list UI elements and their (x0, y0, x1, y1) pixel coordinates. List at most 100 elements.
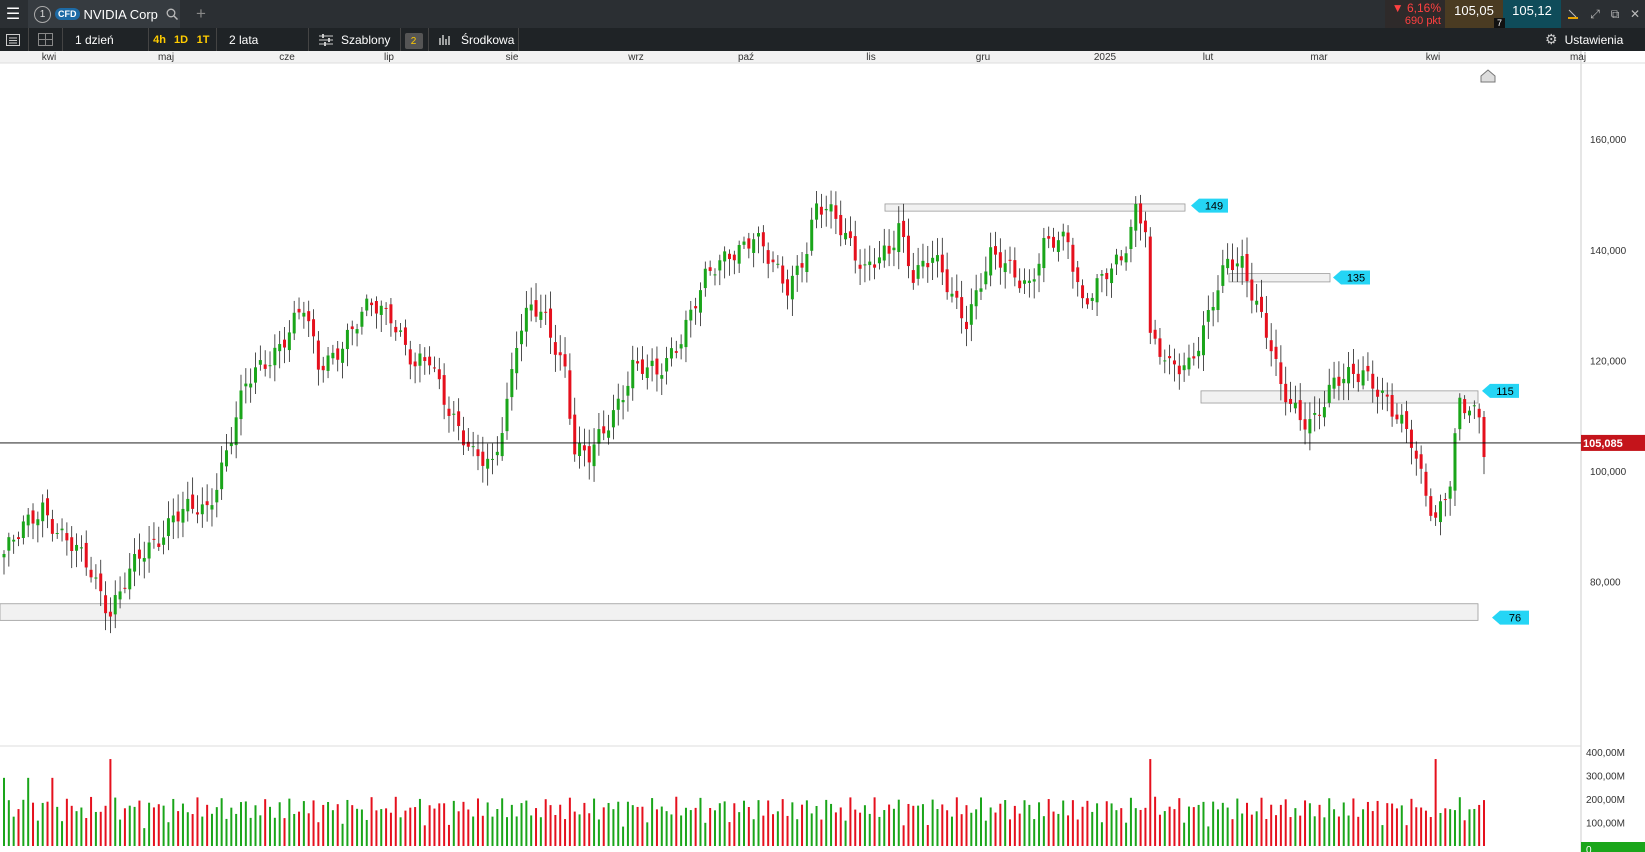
detach-icon[interactable]: ⧉ (1605, 0, 1625, 28)
volume-bar (1289, 817, 1292, 846)
volume-bar (651, 798, 654, 846)
volume-bar (588, 813, 591, 846)
interval-1t[interactable]: 1T (192, 28, 214, 51)
candle-body (1056, 240, 1060, 252)
volume-bar (844, 820, 847, 846)
interval-4h[interactable]: 4h (148, 28, 170, 51)
candle-body (413, 361, 417, 367)
volume-bar (515, 816, 518, 846)
close-icon[interactable]: ✕ (1625, 0, 1645, 28)
buy-price-button[interactable]: 105,12 (1503, 0, 1561, 28)
candle-body (873, 264, 877, 268)
add-tab-icon[interactable]: + (190, 0, 212, 28)
volume-bar (641, 806, 644, 846)
volume-bar (114, 797, 117, 846)
candle-body (558, 352, 562, 356)
chart-toolbar: 1 dzień 4h 1D 1T 2 lata Szablony 2 Środk… (0, 28, 1645, 51)
candle-body (500, 433, 504, 457)
candle-body (839, 214, 843, 236)
candle-body (1139, 203, 1143, 224)
candle-body (989, 247, 993, 276)
volume-bar (1115, 810, 1118, 846)
candle-body (1211, 306, 1215, 311)
candle-body (278, 344, 282, 352)
volume-bar (1168, 806, 1171, 846)
minimize-icon[interactable] (1563, 0, 1583, 28)
volume-bar (457, 811, 460, 846)
candle-body (481, 451, 485, 466)
candle-body (998, 252, 1002, 268)
candle-body (7, 537, 11, 551)
volume-bar (1202, 801, 1205, 846)
candle-body (157, 543, 161, 547)
price-chart[interactable]: kwi maj cze lip sie wrz paź lis gru 2025 lut mar kwi… (0, 51, 1645, 852)
volume-bar (1434, 759, 1437, 846)
candle-body (36, 519, 40, 526)
volume-bar (622, 826, 625, 846)
indicator-button[interactable]: Środkowa (428, 28, 518, 51)
candle-body (133, 554, 137, 572)
list-icon[interactable] (0, 28, 26, 51)
candle-body (476, 449, 480, 457)
candle-body (46, 498, 50, 516)
candle-body (65, 533, 69, 541)
volume-bar (1405, 825, 1408, 846)
volume-bar (1086, 800, 1089, 846)
volume-bar (602, 807, 605, 846)
candle-body (723, 251, 727, 262)
candle-body (1037, 263, 1041, 276)
candle-body (650, 360, 654, 367)
candle-body (824, 208, 828, 211)
candle-body (1260, 296, 1264, 312)
candle-body (1143, 220, 1147, 233)
volume-bar (17, 809, 20, 846)
volume-bar (1260, 797, 1263, 846)
volume-bar (336, 804, 339, 846)
volume-bar (181, 803, 184, 846)
candle-body (510, 369, 514, 398)
expand-icon[interactable]: ⤢ (1585, 0, 1605, 28)
volume-bar (772, 814, 775, 846)
candle-body (447, 408, 451, 416)
candle-body (316, 340, 320, 370)
candle-body (1463, 399, 1467, 414)
candle-body (771, 259, 775, 263)
volume-bar (917, 805, 920, 846)
search-icon[interactable] (166, 8, 178, 20)
settings-button[interactable]: ⚙ Ustawienia (1545, 28, 1641, 51)
interval-select[interactable]: 1 dzień (62, 28, 148, 51)
volume-bar (578, 814, 581, 846)
candle-body (1061, 231, 1065, 237)
price-tick-label: 80,000 (1590, 578, 1621, 589)
volume-bar (85, 818, 88, 846)
hamburger-menu-icon[interactable]: ☰ (0, 0, 26, 28)
candle-body (200, 504, 204, 515)
instrument-tab[interactable]: 1 CFD NVIDIA Corp (28, 0, 180, 28)
interval-1d[interactable]: 1D (170, 28, 192, 51)
volume-tick-label: 400,00M (1586, 748, 1625, 759)
candle-body (104, 595, 108, 614)
candle-body (1371, 373, 1375, 389)
candle-body (26, 514, 30, 526)
candle-body (757, 233, 761, 237)
volume-bar (1323, 817, 1326, 846)
candle-body (31, 510, 35, 524)
price-change: ▼ 6,16% 690 pkt (1385, 0, 1445, 28)
candle-body (955, 290, 959, 298)
candle-body (336, 348, 340, 360)
volume-bar (61, 821, 64, 846)
volume-bar (926, 825, 929, 846)
volume-bar (573, 811, 576, 846)
candle-body (1380, 390, 1384, 393)
candle-body (1008, 259, 1012, 261)
volume-bar (1212, 801, 1215, 846)
volume-bar (1342, 802, 1345, 846)
layout-grid-icon[interactable] (28, 28, 62, 51)
volume-bar (394, 796, 397, 846)
volume-bar (56, 806, 59, 846)
templates-button[interactable]: Szablony (308, 28, 400, 51)
volume-bar (32, 802, 35, 846)
candle-body (307, 311, 311, 322)
range-select[interactable]: 2 lata (216, 28, 306, 51)
candle-body (215, 489, 219, 503)
